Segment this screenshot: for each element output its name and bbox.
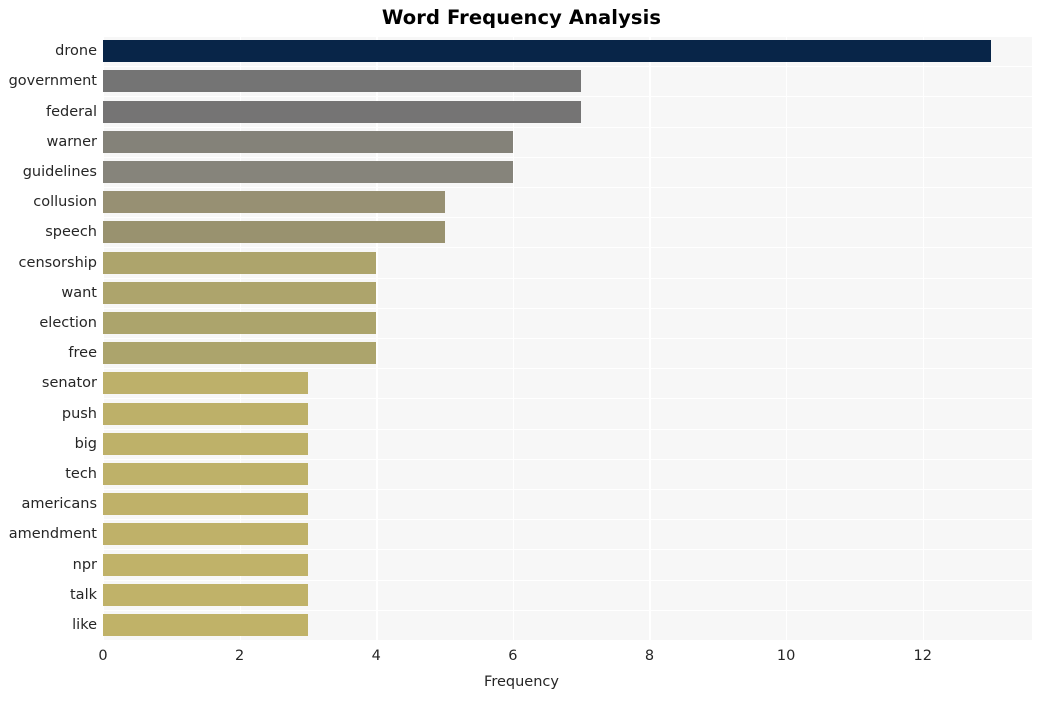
bar [103,130,513,153]
y-axis-tick-label: collusion [33,194,97,211]
bars-layer [103,36,1032,640]
y-axis-tick-label: drone [55,43,97,60]
y-axis-tick-label: warner [46,133,97,150]
bar [103,251,377,274]
y-axis-tick-label: push [61,405,97,422]
bar [103,583,308,606]
y-axis-tick-label: talk [70,586,97,603]
y-axis-tick-label: federal [45,103,97,120]
y-axis-tick-label: want [61,284,97,301]
bar [103,100,582,123]
y-axis-tick-label: speech [45,224,97,241]
x-axis-tick-label: 4 [371,648,381,664]
bar [103,462,308,485]
bar [103,613,308,636]
bar [103,311,377,334]
bar [103,160,513,183]
bar [103,402,308,425]
bar [103,342,377,365]
y-axis-tick-labels: drone government federal warner guidelines co… [0,36,97,640]
y-axis-tick-label: amendment [8,526,97,543]
y-axis-tick-label: election [39,314,97,331]
x-axis-tick-label: 10 [776,648,796,664]
y-axis-tick-label: guidelines [22,163,97,180]
y-axis-tick-label: npr [72,556,97,573]
x-axis-tick-label: 6 [508,648,518,664]
bar [103,553,308,576]
x-axis-tick-label: 2 [234,648,245,664]
x-axis-tick-label: 12 [913,648,932,664]
plot-area [103,36,1032,642]
y-axis-tick-label: government [8,73,97,90]
bar [103,523,308,546]
bar [103,432,308,455]
bar [103,281,377,304]
x-axis-title: Frequency [484,674,559,690]
y-axis-tick-label: free [68,345,97,362]
y-axis-tick-label: senator [41,375,97,392]
y-axis-tick-label: big [74,435,97,452]
bar [103,372,308,395]
bar [103,493,308,516]
gridline-horizontal [103,640,1032,642]
x-axis-tick-label: 8 [644,648,655,664]
bar [103,40,991,63]
x-axis-tick-labels: 0 2 4 6 8 10 12 [0,648,1043,670]
y-axis-tick-label: americans [21,496,97,513]
chart-title: Word Frequency Analysis [381,6,662,29]
x-axis-tick-label: 0 [98,648,108,664]
bar [103,70,582,93]
y-axis-tick-label: like [72,616,97,633]
bar [103,191,445,214]
bar [103,221,445,244]
chart-figure: Word Frequency Analysis drone government f… [0,0,1043,701]
y-axis-tick-label: censorship [18,254,97,271]
y-axis-tick-label: tech [65,465,97,482]
